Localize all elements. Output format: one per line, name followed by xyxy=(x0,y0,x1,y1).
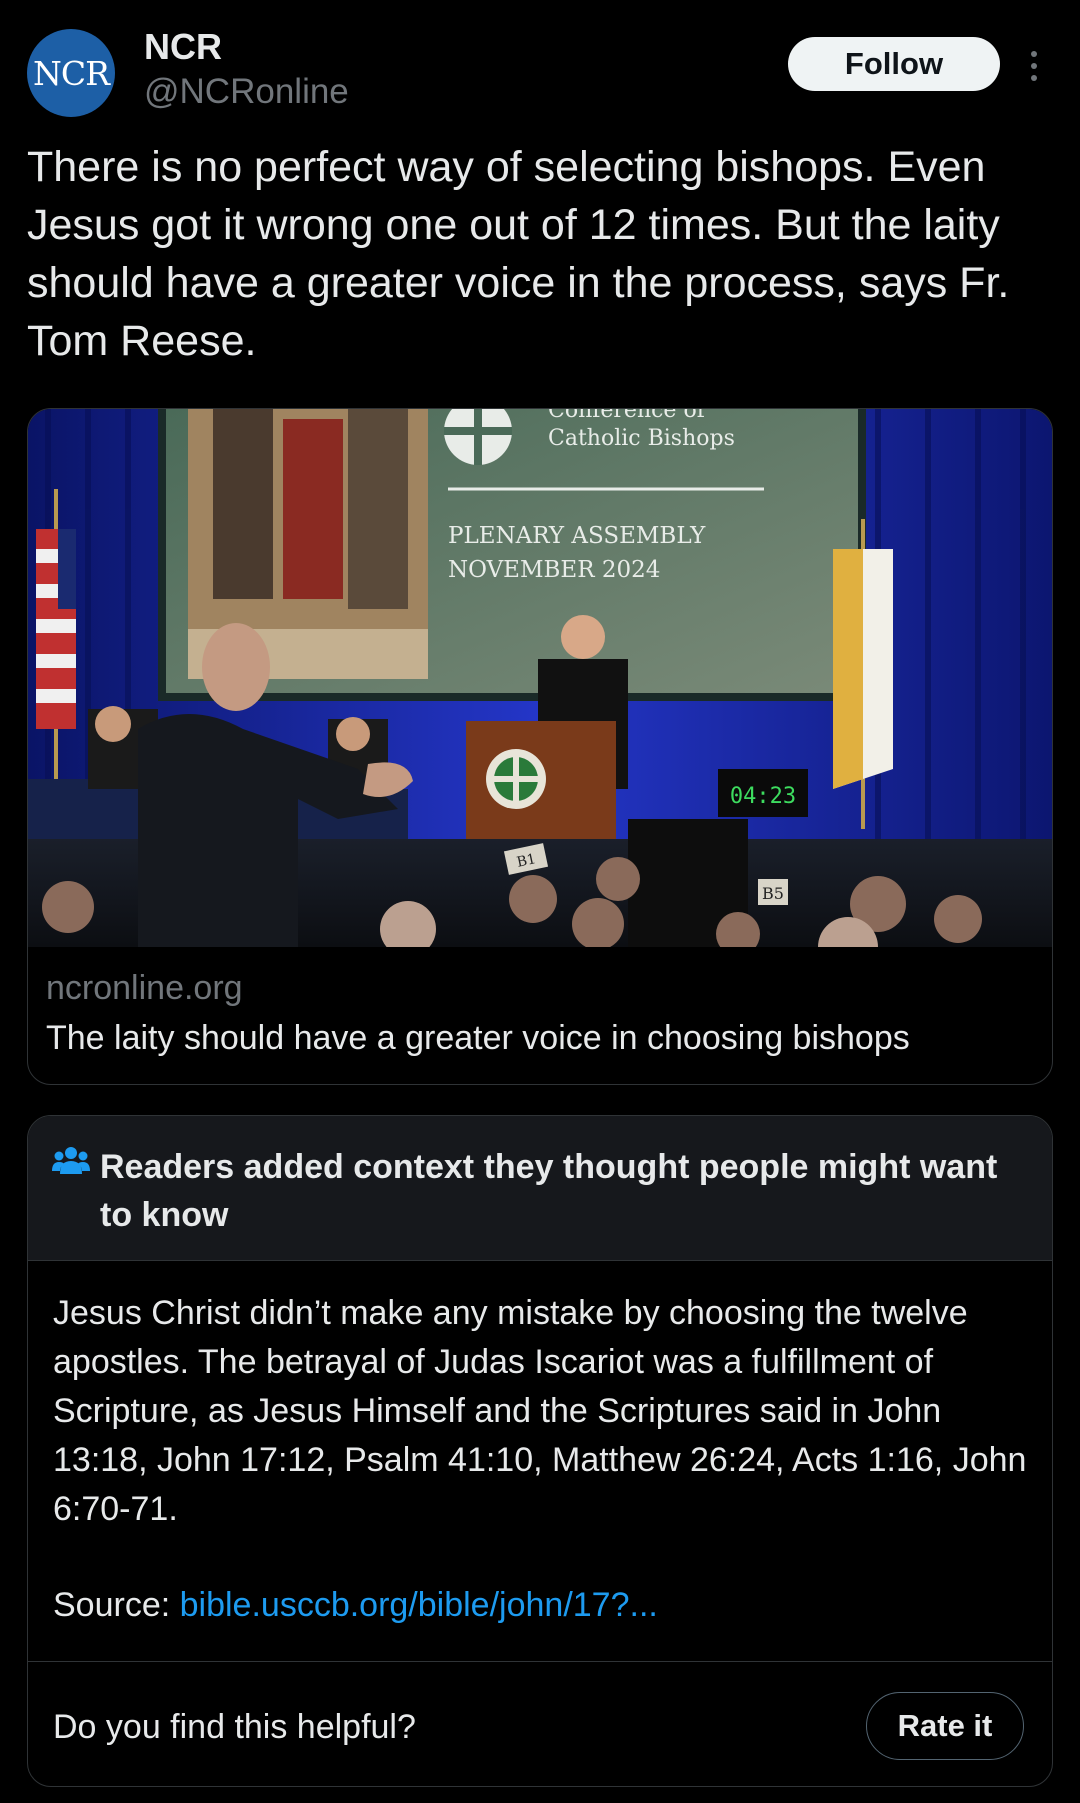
link-card-image: Conference of Catholic Bishops PLENARY A… xyxy=(28,409,1052,947)
community-note-source: Source: bible.usccb.org/bible/john/17?..… xyxy=(53,1586,658,1625)
post: NCR NCR @NCRonline Follow There is no pe… xyxy=(0,0,1080,1803)
more-vertical-icon[interactable] xyxy=(1022,44,1046,88)
community-note-header: Readers added context they thought peopl… xyxy=(28,1116,1052,1261)
screen-conference-top-text: Conference of xyxy=(548,409,707,423)
people-icon xyxy=(52,1147,90,1174)
post-text: There is no perfect way of selecting bis… xyxy=(27,143,1010,365)
community-note-body: Jesus Christ didn’t make any mistake by … xyxy=(53,1294,1027,1528)
author-display-name[interactable]: NCR xyxy=(144,26,222,68)
table-tag-text: B5 xyxy=(762,884,784,903)
author-handle[interactable]: @NCRonline xyxy=(144,72,349,112)
link-card[interactable]: Conference of Catholic Bishops PLENARY A… xyxy=(27,408,1053,1085)
link-card-domain[interactable]: ncronline.org xyxy=(46,969,243,1008)
link-card-title[interactable]: The laity should have a greater voice in… xyxy=(46,1019,910,1058)
community-note: Readers added context they thought peopl… xyxy=(27,1115,1053,1787)
source-label: Source: xyxy=(53,1586,180,1624)
screen-date-text: NOVEMBER 2024 xyxy=(448,557,660,583)
divider xyxy=(28,1661,1052,1662)
avatar[interactable]: NCR xyxy=(27,29,115,117)
screen-assembly-text: PLENARY ASSEMBLY xyxy=(448,523,706,549)
helpful-question: Do you find this helpful? xyxy=(53,1708,416,1746)
rate-it-button[interactable]: Rate it xyxy=(866,1692,1024,1760)
community-note-title: Readers added context they thought peopl… xyxy=(100,1148,998,1234)
screen-conference-text: Catholic Bishops xyxy=(548,426,735,451)
timer-display: 04:23 xyxy=(730,784,796,809)
avatar-logo-text: NCR xyxy=(33,53,110,93)
source-link[interactable]: bible.usccb.org/bible/john/17?... xyxy=(180,1586,658,1624)
follow-button[interactable]: Follow xyxy=(788,37,1000,91)
